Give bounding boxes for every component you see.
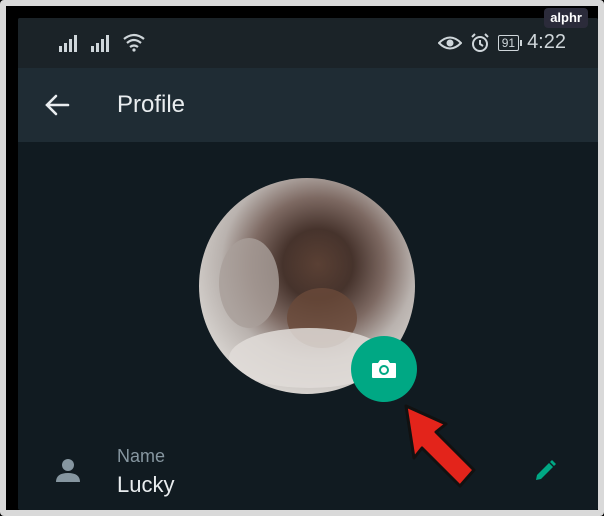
status-bar-left: [58, 32, 146, 52]
screenshot-frame: 91 4:22 Profile Name Lucky alphr: [0, 0, 604, 516]
avatar-photo-detail: [219, 238, 279, 328]
back-arrow-icon[interactable]: [42, 90, 72, 120]
status-bar: 91 4:22: [18, 18, 598, 68]
alarm-icon: [470, 32, 489, 52]
change-photo-button[interactable]: [351, 336, 417, 402]
signal-icon: [59, 35, 77, 52]
status-bar-right: 91 4:22: [437, 31, 566, 54]
eye-icon: [437, 36, 462, 49]
app-bar: Profile: [18, 68, 598, 142]
person-icon: [56, 459, 80, 482]
name-value[interactable]: Lucky: [117, 472, 174, 498]
name-label: Name: [117, 446, 166, 466]
watermark-logo: alphr: [544, 8, 588, 28]
phone-screen: 91 4:22 Profile Name Lucky: [18, 18, 598, 510]
red-arrow-icon: [404, 404, 476, 488]
signal-icon-2: [91, 35, 109, 52]
battery-icon: 91: [497, 34, 523, 51]
page-title: Profile: [117, 91, 186, 118]
pencil-icon[interactable]: [532, 458, 558, 484]
camera-icon: [372, 360, 396, 378]
wifi-icon: [123, 33, 145, 52]
status-time: 4:22: [527, 31, 566, 53]
